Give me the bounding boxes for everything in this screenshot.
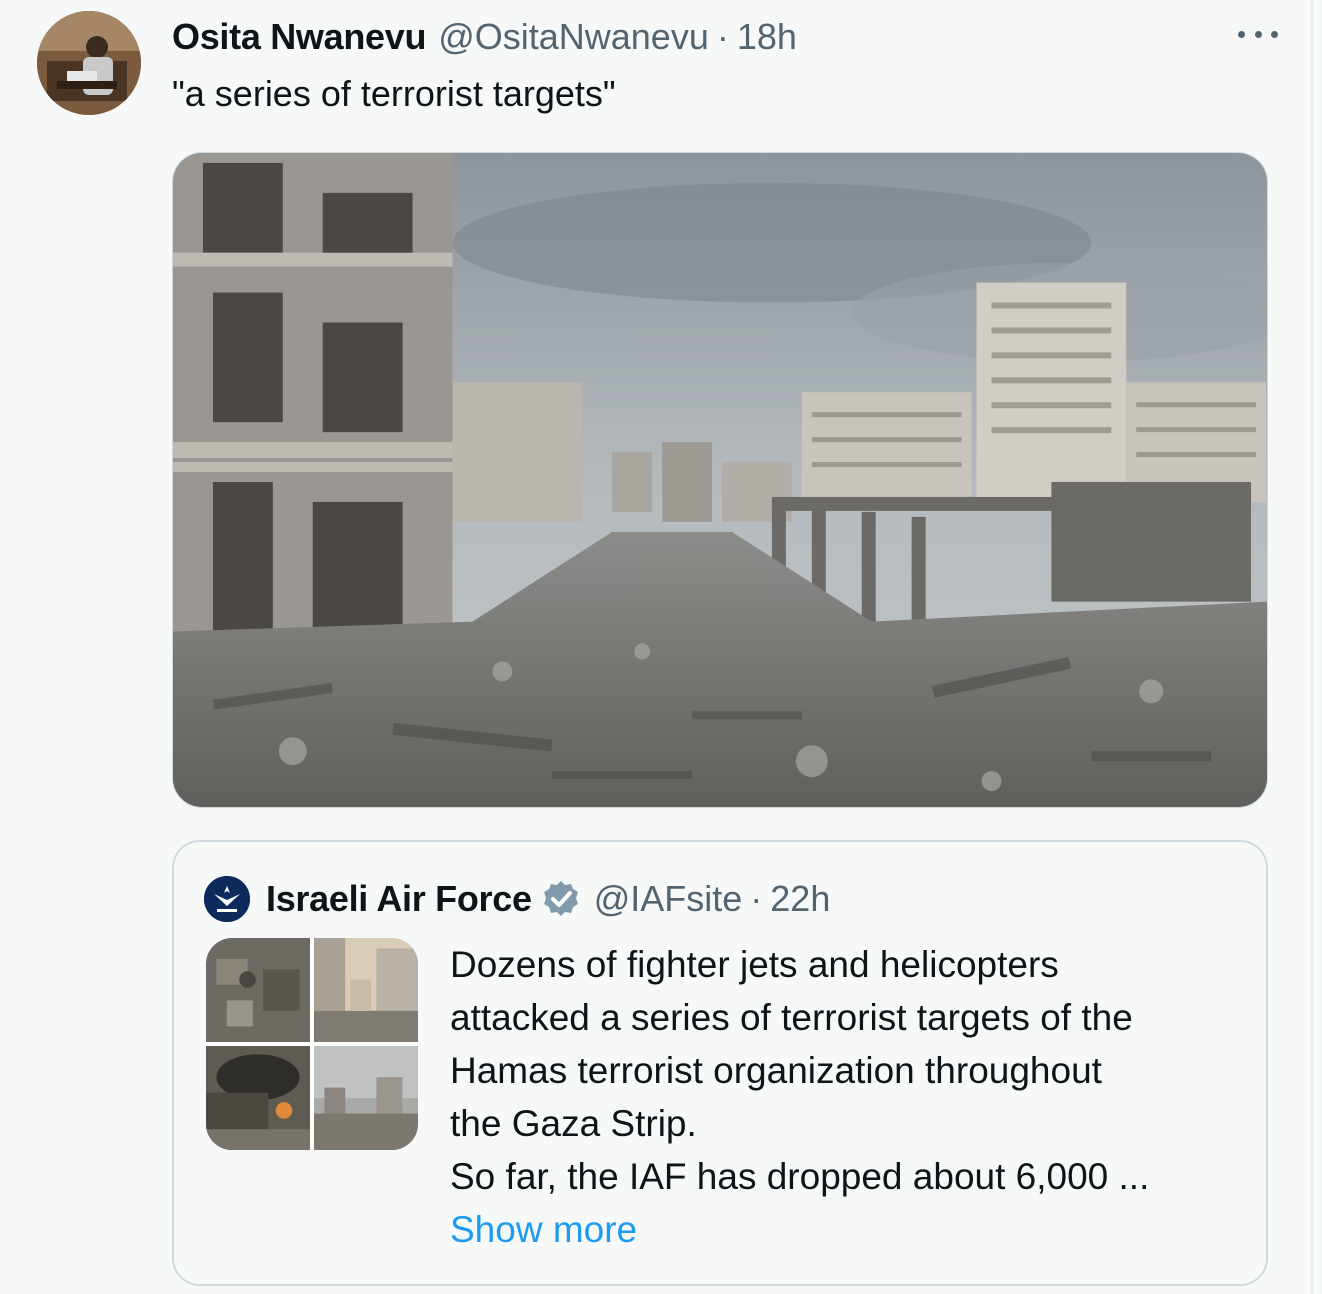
author-handle[interactable]: @OsitaNwanevu bbox=[438, 16, 709, 58]
quoted-tweet-header: Israeli Air Force @IAFsite · 22h bbox=[204, 874, 830, 924]
show-more-link[interactable]: Show more bbox=[450, 1203, 1240, 1256]
quoted-tweet[interactable]: Israeli Air Force @IAFsite · 22h Dozens … bbox=[172, 840, 1268, 1286]
quoted-timestamp[interactable]: 22h bbox=[770, 878, 830, 920]
quoted-photo-1[interactable] bbox=[206, 938, 310, 1042]
quoted-tweet-text: Dozens of fighter jets and helicopters a… bbox=[450, 938, 1240, 1256]
tweet-header: Osita Nwanevu @OsitaNwanevu · 18h bbox=[172, 14, 797, 60]
quoted-author-name[interactable]: Israeli Air Force bbox=[266, 878, 532, 920]
quoted-text-line: attacked a series of terrorist targets o… bbox=[450, 997, 1133, 1038]
quoted-photo-2[interactable] bbox=[314, 938, 418, 1042]
tweet-timestamp[interactable]: 18h bbox=[737, 16, 797, 58]
quoted-author-handle[interactable]: @IAFsite bbox=[594, 878, 743, 920]
tweet-photo[interactable] bbox=[172, 152, 1268, 808]
more-dot bbox=[1238, 30, 1245, 38]
quoted-text-line: the Gaza Strip. bbox=[450, 1103, 697, 1144]
iaf-logo-icon bbox=[204, 876, 250, 922]
quoted-text-line: So far, the IAF has dropped about 6,000 … bbox=[450, 1156, 1150, 1197]
separator: · bbox=[750, 878, 763, 919]
quoted-text-line: Hamas terrorist organization throughout bbox=[450, 1050, 1102, 1091]
quoted-photo-4[interactable] bbox=[314, 1046, 418, 1150]
tweet-text: "a series of terrorist targets" bbox=[172, 73, 616, 114]
quoted-photo-3[interactable] bbox=[206, 1046, 310, 1150]
user-avatar-image bbox=[37, 11, 141, 115]
author-avatar[interactable] bbox=[37, 11, 141, 115]
author-name[interactable]: Osita Nwanevu bbox=[172, 16, 426, 58]
destroyed-street-photo bbox=[173, 153, 1267, 807]
separator: · bbox=[716, 16, 729, 57]
verified-badge-icon bbox=[540, 878, 582, 920]
more-dot bbox=[1271, 30, 1278, 38]
quoted-media-grid[interactable] bbox=[206, 938, 418, 1150]
timeline-divider bbox=[1311, 0, 1313, 1294]
more-icon[interactable] bbox=[1238, 24, 1278, 44]
quoted-text-line: Dozens of fighter jets and helicopters bbox=[450, 944, 1059, 985]
more-dot bbox=[1254, 30, 1262, 38]
